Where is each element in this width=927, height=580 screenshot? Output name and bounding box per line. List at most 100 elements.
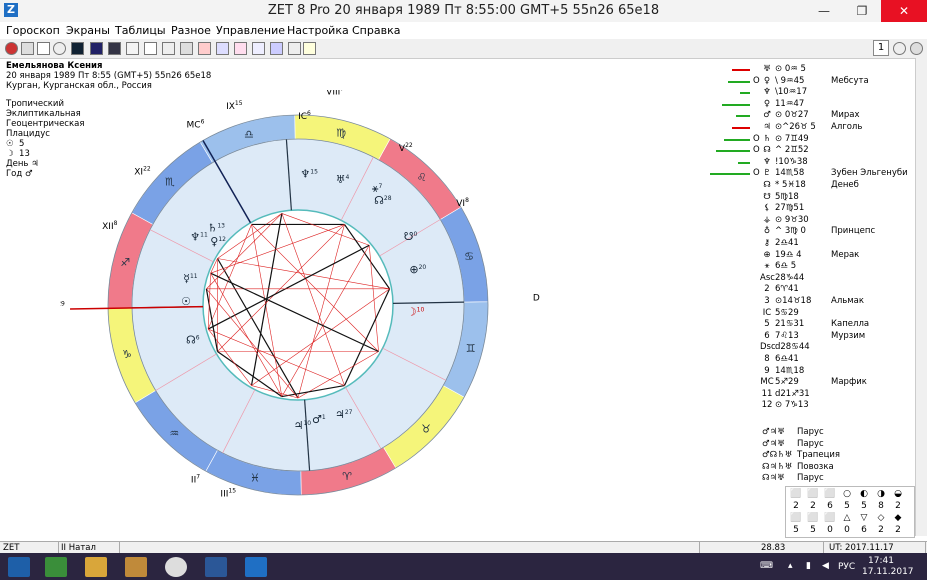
grid-icon[interactable] [21,42,34,55]
aspect-icon[interactable] [198,42,211,55]
menu-bar: Гороскоп Экраны Таблицы Разное Управлени… [0,22,927,39]
planet-row[interactable]: 3 ⊙14♉18 Альмак [720,296,920,308]
planet-row[interactable]: O ♀ \ 9♒45 Мебсута [720,76,920,88]
restore-button[interactable]: ❐ [843,0,881,22]
compass-icon[interactable] [288,42,301,55]
table-icon[interactable] [180,42,193,55]
shape-cell: 2 [810,501,816,511]
planet-row[interactable]: O ☊ ^ 2♊52 [716,145,920,157]
planet-row[interactable]: ☋ 5♍18 [720,192,920,204]
keyboard-icon[interactable]: ⌨ [760,561,773,571]
planet-row[interactable]: O ♄ ⊙ 7♊49 [720,134,920,146]
planet-glyph: 8 [764,354,770,364]
shape-cell: ⬜ [790,489,802,499]
frame-icon[interactable] [37,42,50,55]
planet-row[interactable]: ⚸ 27♍51 [720,203,920,215]
chrome-icon[interactable] [165,557,187,577]
configuration-row[interactable]: ☊♃♅ Парус [762,473,824,483]
planet-row[interactable]: ☊ * 5♓18 Денеб [720,180,920,192]
network-icon[interactable]: ▮ [806,561,811,571]
dark-chart-icon[interactable] [71,42,84,55]
planet-position: \ 9♒45 [775,75,805,86]
page-number-field[interactable]: 1 [873,40,889,56]
close-button[interactable]: ✕ [881,0,927,22]
planet-row[interactable]: IC 5♋29 [720,308,920,320]
planet-row[interactable]: Dsc d28♋44 [720,342,920,354]
page-icon[interactable] [162,42,175,55]
houses-icon[interactable] [216,42,229,55]
tray-arrow-icon[interactable]: ▴ [788,561,793,571]
configuration-row[interactable]: ☊♃♄♅ Повозка [762,462,834,472]
planet-row[interactable]: 12 ⊙ 7♑13 [720,400,920,412]
chart2-icon[interactable] [108,42,121,55]
planet-row[interactable]: 5 21♋31 Капелла [720,319,920,331]
sign-glyph: ♑ [122,348,132,361]
store-icon[interactable] [45,557,67,577]
natal-chart-wheel[interactable]: ♑ ♒ ♓ ♈ ♉ ♊ ♋ ♌ ♍ ♎ ♏ ♐ IX15 VIII7 MC6 XI22 XII8 Asc29 Ds… [60,90,540,530]
planet-position: !10♑38 [775,156,808,167]
fixed-star: Алголь [831,122,863,132]
fixed-star: Мебсута [831,75,869,86]
planet-row[interactable]: 8 6♎41 [720,354,920,366]
menu-screens[interactable]: Экраны [66,24,110,37]
planet-row[interactable]: ♅ ⊙ 0♒ 5 [720,64,920,76]
archive-icon[interactable] [125,557,147,577]
planet-row[interactable]: MC 5♐29 Марфик [720,377,920,389]
planet-row[interactable]: ♀ 11♒47 [720,99,920,111]
planet-row[interactable]: 2 6♈41 [720,284,920,296]
title-bar: Z ZET 8 Pro 20 января 1989 Пт 8:55:00 GM… [0,0,927,23]
planet-row[interactable]: ⚹ 6♎ 5 [720,261,920,273]
planet-row[interactable]: ⚷ 2♎41 [720,238,920,250]
clock-date[interactable]: 17.11.2017 [862,567,914,577]
configuration-row[interactable]: ♂♃♅ Парус [762,439,824,449]
fixed-star: Мирах [831,110,860,121]
volume-icon[interactable]: ◀ [822,561,829,571]
menu-settings[interactable]: Настройка [287,24,349,37]
explorer-icon[interactable] [85,557,107,577]
planet-row[interactable]: Asc 28♑44 [720,273,920,285]
planets-icon[interactable] [252,42,265,55]
config-name: Повозка [797,461,834,472]
sphere-icon[interactable] [270,42,283,55]
stop-icon[interactable] [5,42,18,55]
planet-row[interactable]: 6 7♌13 Мурзим [720,331,920,343]
planet-row[interactable]: ♂ ⊙ 0♉27 Мирах [720,110,920,122]
blue-chart-icon[interactable] [90,42,103,55]
planet-glyph: IC [762,307,772,318]
planet-row[interactable]: ♆ !10♑38 [720,157,920,169]
planet-row[interactable]: ⚶ ⊙ 9♉30 [720,215,920,227]
planet-row[interactable]: ♁ ^ 3♍ 0 Принцепс [720,226,920,238]
configuration-row[interactable]: ♂♃♅ Парус [762,427,824,437]
zet-taskbar-icon[interactable] [245,557,267,577]
menu-horoscope[interactable]: Гороскоп [6,24,60,37]
sign-glyph: ♒ [169,427,179,440]
planet-row[interactable]: ⊕ 19♎ 4 Мерак [720,250,920,262]
menu-misc[interactable]: Разное [171,24,211,37]
vertical-scrollbar[interactable] [915,58,927,536]
planet-row[interactable]: 11 d21♐31 [720,389,920,401]
fixed-star: Альмак [831,296,865,306]
chart3-icon[interactable] [126,42,139,55]
menu-help[interactable]: Справка [352,24,400,37]
planet-row[interactable]: ♆ \10♒17 [720,87,920,99]
configuration-row[interactable]: ♂☊♄♅ Трапеция [762,450,840,460]
strength-bar [710,173,750,176]
language-indicator[interactable]: РУС [838,562,855,572]
planet-row[interactable]: 9 14♏18 [720,366,920,378]
settings-icon[interactable] [303,42,316,55]
heart-icon[interactable] [144,42,157,55]
minimize-button[interactable]: — [805,0,843,22]
clock-time[interactable]: 17:41 [868,556,894,566]
planet-glyph[interactable]: ☉ [181,295,191,308]
stars-icon[interactable] [234,42,247,55]
menu-control[interactable]: Управление [216,24,285,37]
zoom-icon[interactable] [910,42,923,55]
toolbar [0,39,927,59]
wheel-icon[interactable] [53,42,66,55]
start-icon[interactable] [8,557,30,577]
planet-row[interactable]: ♃ ⊙^26♉ 5 Алголь [720,122,920,134]
planet-row[interactable]: O ♇ 14♏58 Зубен Эльгенуби [710,168,920,180]
menu-tables[interactable]: Таблицы [115,24,166,37]
spin-arrows-icon[interactable] [893,42,906,55]
word-icon[interactable] [205,557,227,577]
